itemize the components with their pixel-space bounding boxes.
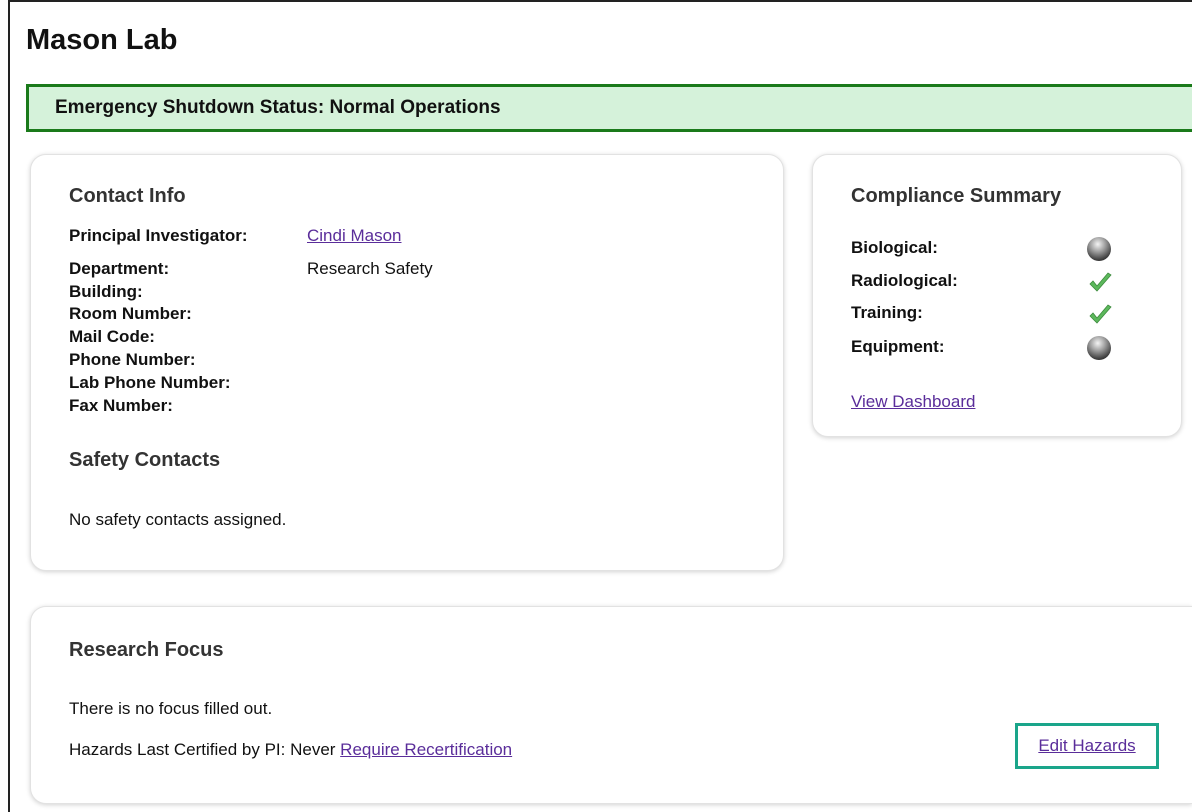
compliance-summary-card: Compliance Summary Biological: Radiologi… bbox=[812, 154, 1182, 437]
info-label: Fax Number: bbox=[69, 396, 173, 415]
safety-contacts-heading: Safety Contacts bbox=[69, 449, 221, 471]
view-dashboard-link[interactable]: View Dashboard bbox=[851, 392, 975, 412]
green-check-icon bbox=[1087, 270, 1113, 296]
info-label: Mail Code: bbox=[69, 327, 155, 346]
compliance-summary-heading: Compliance Summary bbox=[851, 185, 1062, 207]
info-row-department: Department: Research Safety bbox=[69, 259, 433, 279]
emergency-status-banner: Emergency Shutdown Status: Normal Operat… bbox=[26, 84, 1192, 132]
compliance-row-radiological: Radiological: bbox=[851, 271, 1151, 292]
page-title: Mason Lab bbox=[26, 24, 178, 56]
contact-info-heading: Contact Info bbox=[69, 185, 186, 207]
info-row-fax-number: Fax Number: bbox=[69, 396, 307, 416]
window-left-border bbox=[8, 0, 10, 812]
compliance-row-training: Training: bbox=[851, 303, 1151, 324]
research-focus-card: Research Focus There is no focus filled … bbox=[30, 606, 1192, 804]
research-focus-empty-text: There is no focus filled out. bbox=[69, 699, 273, 718]
compliance-label: Biological: bbox=[851, 238, 938, 257]
info-row-building: Building: bbox=[69, 282, 307, 302]
emergency-status-text: Emergency Shutdown Status: Normal Operat… bbox=[55, 97, 501, 118]
hazards-certification-line: Hazards Last Certified by PI: Never Requ… bbox=[69, 740, 512, 760]
info-row-lab-phone-number: Lab Phone Number: bbox=[69, 373, 307, 393]
principal-investigator-link[interactable]: Cindi Mason bbox=[307, 226, 402, 246]
hazards-certified-text: Hazards Last Certified by PI: Never bbox=[69, 740, 341, 759]
info-label: Phone Number: bbox=[69, 350, 196, 369]
compliance-row-equipment: Equipment: bbox=[851, 336, 1151, 360]
gray-ball-icon bbox=[1087, 237, 1113, 263]
department-value: Research Safety bbox=[307, 259, 433, 278]
compliance-label: Radiological: bbox=[851, 271, 958, 290]
contact-info-card: Contact Info Principal Investigator: Cin… bbox=[30, 154, 784, 571]
info-label: Room Number: bbox=[69, 304, 192, 323]
window-top-border bbox=[8, 0, 1192, 2]
safety-contacts-empty-text: No safety contacts assigned. bbox=[69, 510, 287, 529]
compliance-row-biological: Biological: bbox=[851, 237, 1151, 261]
info-row-phone-number: Phone Number: bbox=[69, 350, 307, 370]
info-row-mail-code: Mail Code: bbox=[69, 327, 307, 347]
info-label: Building: bbox=[69, 282, 143, 301]
info-label: Department: bbox=[69, 259, 170, 278]
require-recertification-link[interactable]: Require Recertification bbox=[340, 740, 512, 759]
gray-ball-icon bbox=[1087, 336, 1113, 362]
compliance-label: Equipment: bbox=[851, 337, 945, 356]
info-row-principal-investigator: Principal Investigator: Cindi Mason bbox=[69, 226, 402, 246]
research-focus-heading: Research Focus bbox=[69, 639, 224, 661]
info-row-room-number: Room Number: bbox=[69, 304, 307, 324]
edit-hazards-highlight: Edit Hazards bbox=[1015, 723, 1159, 769]
compliance-label: Training: bbox=[851, 303, 923, 322]
info-label: Principal Investigator: bbox=[69, 226, 248, 245]
info-label: Lab Phone Number: bbox=[69, 373, 231, 392]
edit-hazards-link[interactable]: Edit Hazards bbox=[1038, 736, 1135, 756]
green-check-icon bbox=[1087, 302, 1113, 328]
